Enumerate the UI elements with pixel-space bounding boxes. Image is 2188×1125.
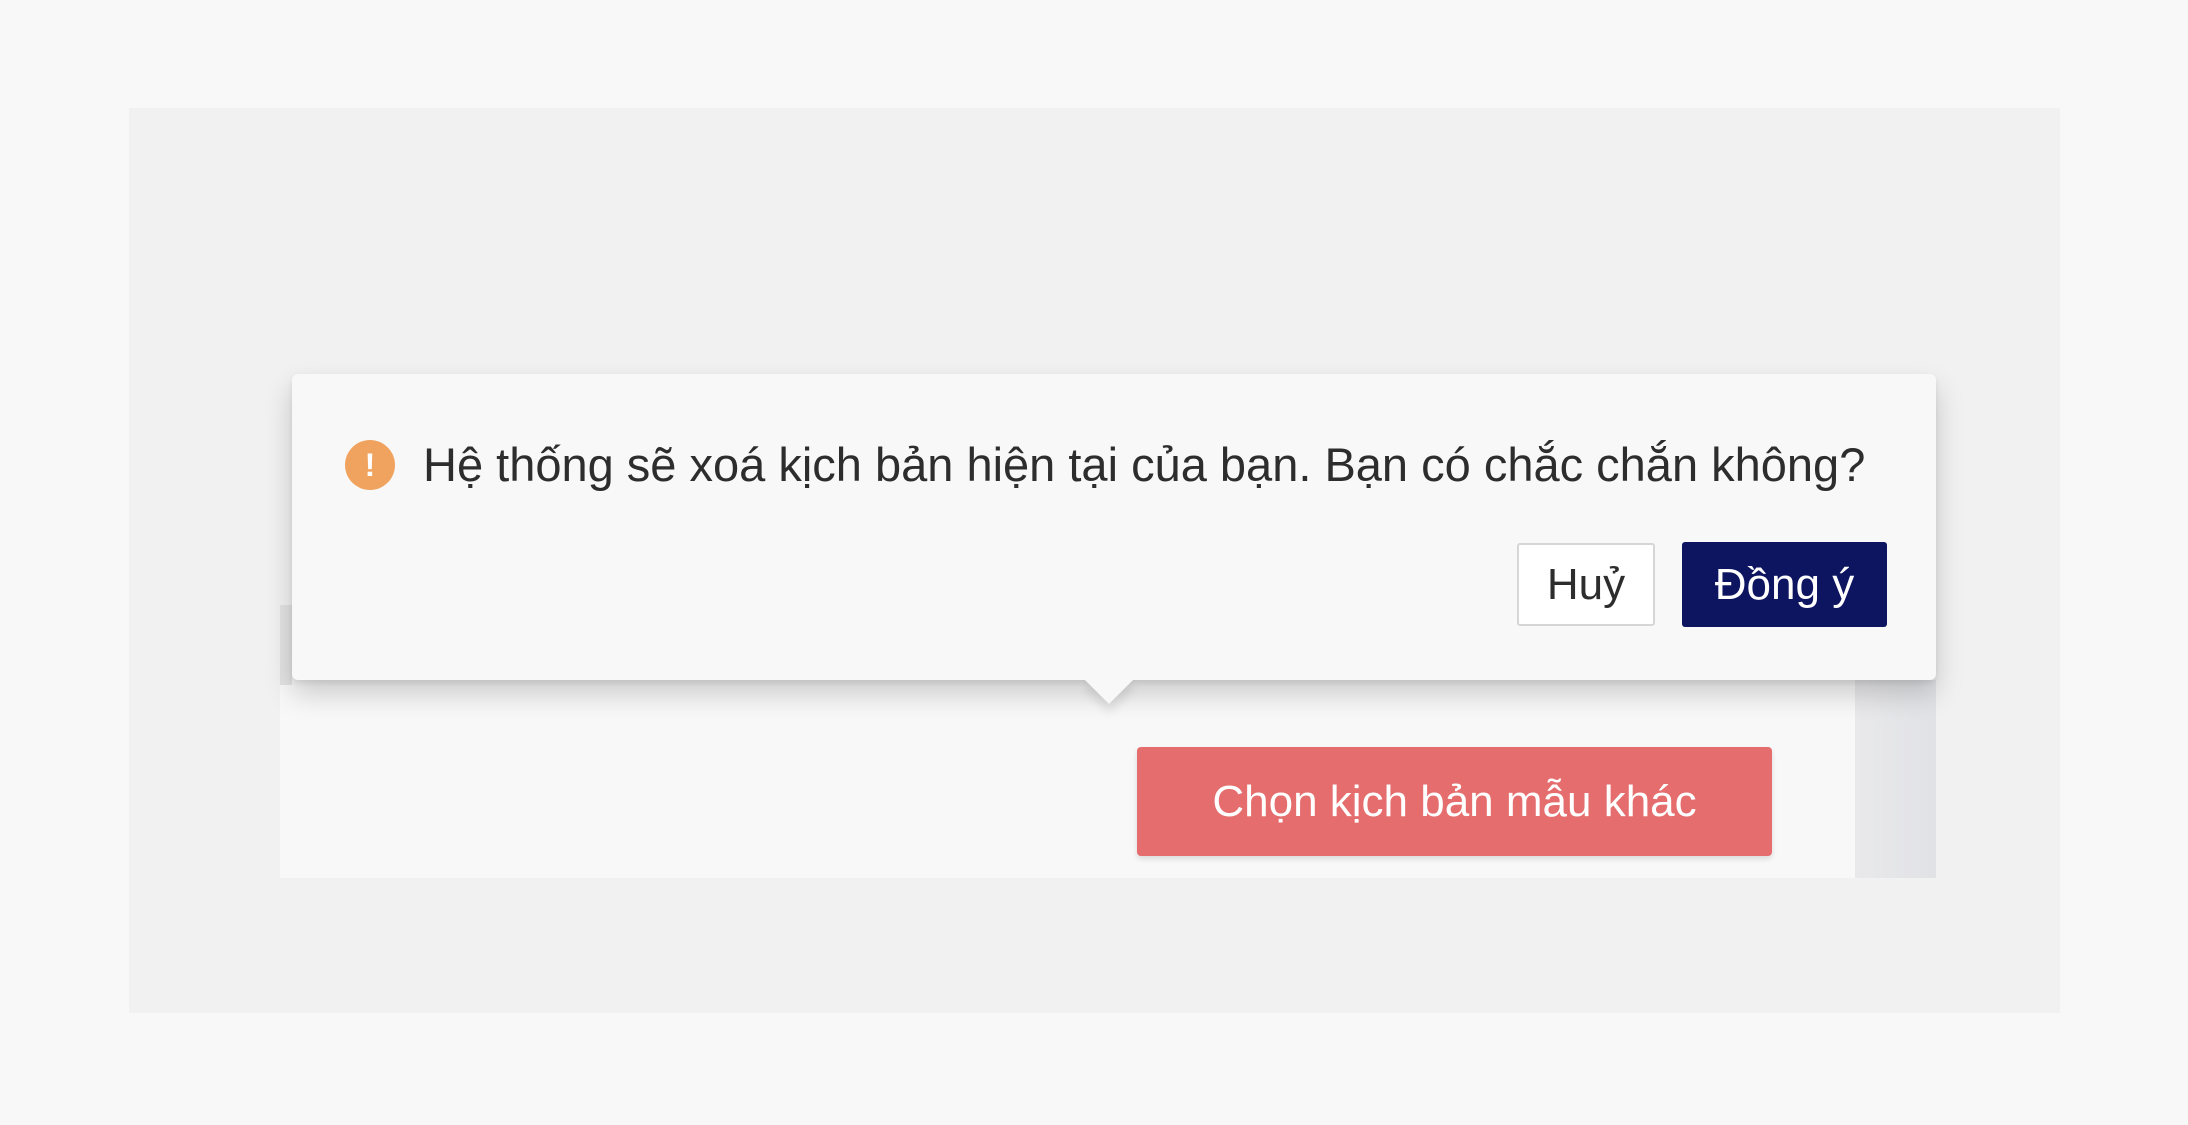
- popover-arrow-cover: [1070, 640, 1150, 680]
- choose-other-template-button[interactable]: Chọn kịch bản mẫu khác: [1137, 747, 1772, 856]
- confirm-popover: [292, 374, 1936, 680]
- panel-edge: [280, 605, 292, 685]
- confirm-message: Hệ thống sẽ xoá kịch bản hiện tại của bạ…: [423, 438, 1866, 491]
- confirm-button[interactable]: Đồng ý: [1682, 542, 1887, 627]
- panel-scroll-shade: [1855, 680, 1936, 878]
- cancel-button[interactable]: Huỷ: [1517, 543, 1655, 626]
- exclamation-circle-icon: !: [345, 440, 395, 490]
